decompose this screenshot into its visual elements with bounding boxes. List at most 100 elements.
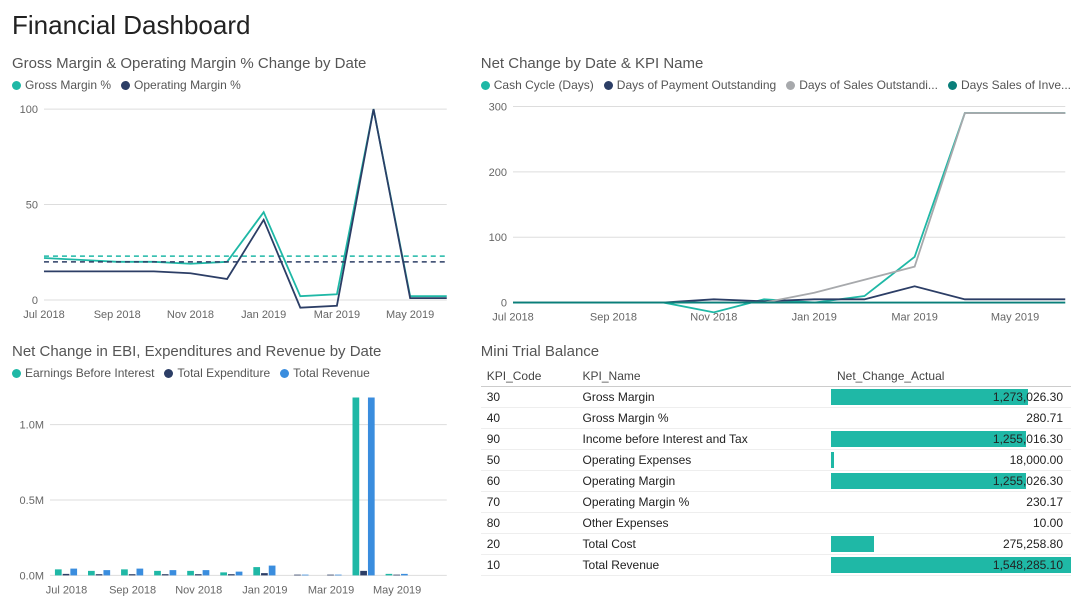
- svg-text:Jul 2018: Jul 2018: [23, 309, 65, 321]
- cell-kpi-name: Income before Interest and Tax: [577, 429, 831, 450]
- table-row[interactable]: 50Operating Expenses18,000.00: [481, 450, 1071, 471]
- svg-text:300: 300: [488, 102, 506, 114]
- cell-kpi-code: 90: [481, 429, 577, 450]
- svg-text:Nov 2018: Nov 2018: [167, 309, 214, 321]
- svg-text:1.0M: 1.0M: [20, 420, 44, 432]
- cell-kpi-code: 50: [481, 450, 577, 471]
- cell-net-change: 1,255,026.30: [831, 471, 1071, 492]
- cell-kpi-name: Total Cost: [577, 534, 831, 555]
- cell-kpi-name: Gross Margin: [577, 387, 831, 408]
- svg-text:Mar 2019: Mar 2019: [314, 309, 360, 321]
- panel-title-gross-operating: Gross Margin & Operating Margin % Change…: [12, 55, 453, 72]
- svg-text:Mar 2019: Mar 2019: [891, 312, 937, 324]
- swatch-icon: [604, 81, 613, 90]
- table-mini-trial-balance[interactable]: KPI_Code KPI_Name Net_Change_Actual 30Gr…: [481, 366, 1071, 576]
- legend-item: Total Expenditure: [164, 366, 270, 380]
- legend-item: Cash Cycle (Days): [481, 78, 594, 92]
- svg-text:May 2019: May 2019: [373, 584, 421, 596]
- svg-text:Sep 2018: Sep 2018: [109, 584, 156, 596]
- legend-item: Gross Margin %: [12, 78, 111, 92]
- legend-item: Earnings Before Interest: [12, 366, 154, 380]
- svg-text:0.5M: 0.5M: [20, 495, 44, 507]
- cell-kpi-name: Total Revenue: [577, 555, 831, 576]
- cell-kpi-name: Gross Margin %: [577, 408, 831, 429]
- svg-text:May 2019: May 2019: [991, 312, 1039, 324]
- svg-text:Sep 2018: Sep 2018: [590, 312, 637, 324]
- cell-net-change: 230.17: [831, 492, 1071, 513]
- cell-net-change: 280.71: [831, 408, 1071, 429]
- legend-item: Total Revenue: [280, 366, 370, 380]
- cell-net-change: 1,548,285.10: [831, 555, 1071, 576]
- legend-item: Days Sales of Inve...: [948, 78, 1071, 92]
- legend-net-change-kpi: Cash Cycle (Days) Days of Payment Outsta…: [481, 78, 1071, 92]
- svg-text:Nov 2018: Nov 2018: [175, 584, 222, 596]
- cell-net-change: 18,000.00: [831, 450, 1071, 471]
- panel-ebi-exp-rev: Net Change in EBI, Expenditures and Reve…: [12, 343, 453, 600]
- cell-kpi-code: 10: [481, 555, 577, 576]
- chart-ebi-exp-rev[interactable]: 0.0M 0.5M 1.0M Jul 2018 Sep 2018 Nov 2018 Jan …: [12, 386, 453, 600]
- legend-item: Operating Margin %: [121, 78, 241, 92]
- svg-text:Jan 2019: Jan 2019: [242, 584, 287, 596]
- cell-kpi-code: 30: [481, 387, 577, 408]
- cell-kpi-code: 20: [481, 534, 577, 555]
- legend-ebi-exp-rev: Earnings Before Interest Total Expenditu…: [12, 366, 453, 380]
- cell-kpi-code: 80: [481, 513, 577, 534]
- cell-net-change: 1,255,016.30: [831, 429, 1071, 450]
- cell-net-change: 1,273,026.30: [831, 387, 1071, 408]
- cell-net-change: 275,258.80: [831, 534, 1071, 555]
- cell-kpi-name: Operating Expenses: [577, 450, 831, 471]
- table-row[interactable]: 10Total Revenue1,548,285.10: [481, 555, 1071, 576]
- svg-text:0: 0: [32, 295, 38, 307]
- swatch-icon: [948, 81, 957, 90]
- cell-kpi-code: 70: [481, 492, 577, 513]
- svg-text:0.0M: 0.0M: [20, 570, 44, 582]
- table-row[interactable]: 70Operating Margin %230.17: [481, 492, 1071, 513]
- svg-text:200: 200: [488, 167, 506, 179]
- svg-text:May 2019: May 2019: [386, 309, 434, 321]
- legend-item: Days of Payment Outstanding: [604, 78, 776, 92]
- swatch-icon: [164, 369, 173, 378]
- svg-text:Mar 2019: Mar 2019: [308, 584, 354, 596]
- legend-item: Days of Sales Outstandi...: [786, 78, 938, 92]
- table-row[interactable]: 20Total Cost275,258.80: [481, 534, 1071, 555]
- svg-text:0: 0: [501, 298, 507, 310]
- panel-mini-trial-balance: Mini Trial Balance KPI_Code KPI_Name Net…: [481, 343, 1071, 600]
- svg-text:Jul 2018: Jul 2018: [46, 584, 88, 596]
- swatch-icon: [12, 81, 21, 90]
- svg-text:Jul 2018: Jul 2018: [492, 312, 534, 324]
- cell-kpi-code: 40: [481, 408, 577, 429]
- svg-text:50: 50: [26, 200, 38, 212]
- chart-net-change-kpi[interactable]: 0100200300Jul 2018Sep 2018Nov 2018Jan 20…: [481, 98, 1071, 327]
- svg-text:Jan 2019: Jan 2019: [791, 312, 836, 324]
- swatch-icon: [481, 81, 490, 90]
- panel-title-net-change-kpi: Net Change by Date & KPI Name: [481, 55, 1071, 72]
- cell-kpi-code: 60: [481, 471, 577, 492]
- swatch-icon: [786, 81, 795, 90]
- panel-title-ebi-exp-rev: Net Change in EBI, Expenditures and Reve…: [12, 343, 453, 360]
- panel-title-mini-trial-balance: Mini Trial Balance: [481, 343, 1071, 360]
- table-row[interactable]: 80Other Expenses10.00: [481, 513, 1071, 534]
- cell-kpi-name: Other Expenses: [577, 513, 831, 534]
- legend-gross-operating: Gross Margin % Operating Margin %: [12, 78, 453, 92]
- svg-text:Sep 2018: Sep 2018: [94, 309, 141, 321]
- cell-kpi-name: Operating Margin %: [577, 492, 831, 513]
- panel-net-change-kpi: Net Change by Date & KPI Name Cash Cycle…: [481, 55, 1071, 327]
- dashboard-grid: Gross Margin & Operating Margin % Change…: [12, 55, 1071, 595]
- swatch-icon: [12, 369, 21, 378]
- col-header-net-change[interactable]: Net_Change_Actual: [831, 366, 1071, 387]
- table-row[interactable]: 90Income before Interest and Tax1,255,01…: [481, 429, 1071, 450]
- table-row[interactable]: 60Operating Margin1,255,026.30: [481, 471, 1071, 492]
- table-row[interactable]: 30Gross Margin1,273,026.30: [481, 387, 1071, 408]
- swatch-icon: [280, 369, 289, 378]
- col-header-kpi-name[interactable]: KPI_Name: [577, 366, 831, 387]
- table-row[interactable]: 40Gross Margin %280.71: [481, 408, 1071, 429]
- swatch-icon: [121, 81, 130, 90]
- page-title: Financial Dashboard: [12, 10, 1071, 41]
- col-header-kpi-code[interactable]: KPI_Code: [481, 366, 577, 387]
- chart-gross-operating[interactable]: 050100Jul 2018Sep 2018Nov 2018Jan 2019Ma…: [12, 98, 453, 327]
- svg-text:100: 100: [20, 104, 38, 116]
- svg-text:100: 100: [488, 232, 506, 244]
- cell-net-change: 10.00: [831, 513, 1071, 534]
- cell-kpi-name: Operating Margin: [577, 471, 831, 492]
- panel-gross-operating: Gross Margin & Operating Margin % Change…: [12, 55, 453, 327]
